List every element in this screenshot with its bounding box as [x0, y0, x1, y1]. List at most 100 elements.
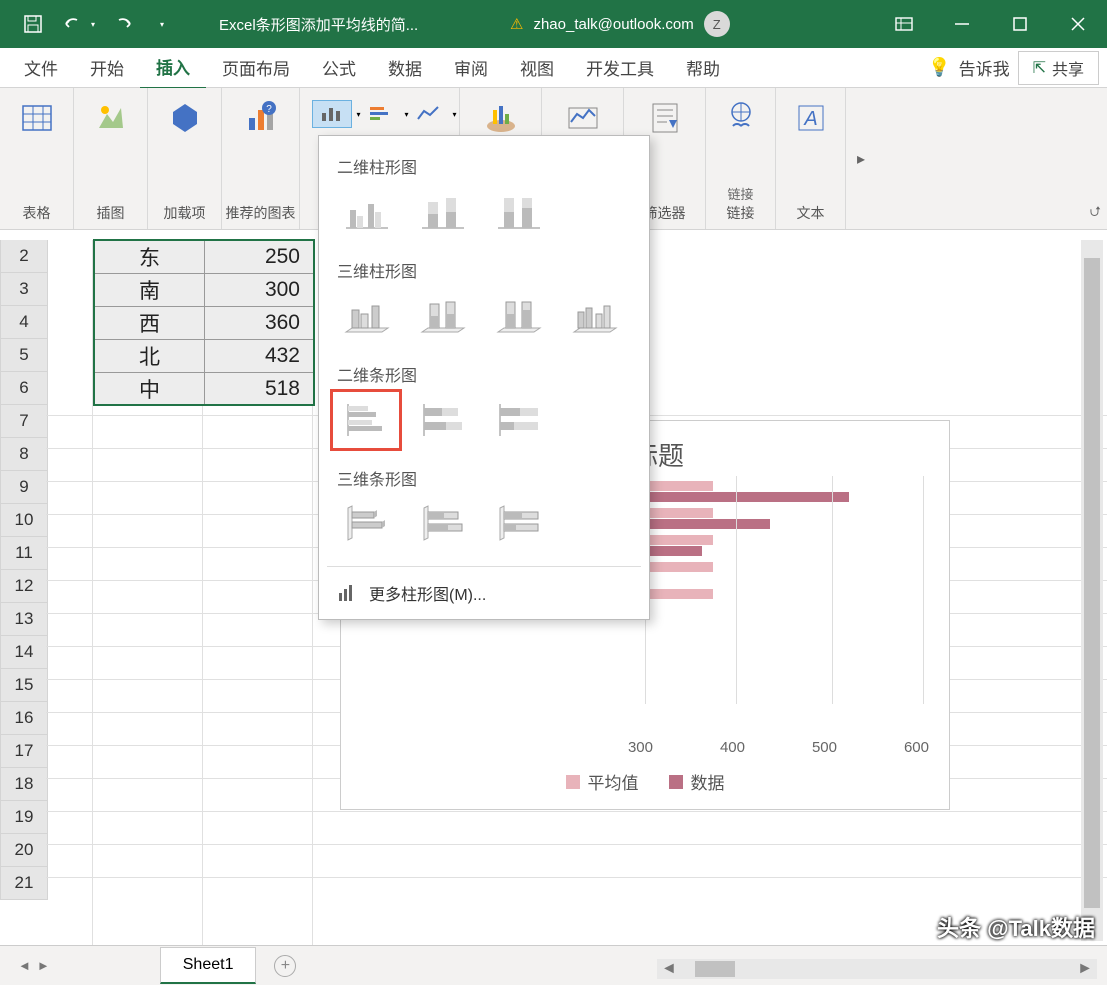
filters-button[interactable]: [641, 96, 689, 140]
cell[interactable]: 中: [95, 373, 205, 406]
scrollbar-thumb[interactable]: [695, 961, 735, 977]
row-header[interactable]: 14: [0, 636, 48, 669]
row-header[interactable]: 6: [0, 372, 48, 405]
window-controls: [875, 0, 1107, 48]
3d-maps-button[interactable]: [477, 96, 525, 140]
tab-formulas[interactable]: 公式: [306, 47, 372, 88]
lightbulb-icon[interactable]: 💡: [928, 57, 950, 78]
100-stacked-column-option[interactable]: [489, 188, 547, 236]
ribbon-group-links: 链接 链接: [706, 88, 776, 229]
row-header[interactable]: 13: [0, 603, 48, 636]
sheet-nav-prev-icon[interactable]: ◄: [18, 958, 31, 973]
sheet-nav-next-icon[interactable]: ►: [37, 958, 50, 973]
section-2d-column: 二维柱形图: [319, 150, 649, 188]
illustrations-button[interactable]: [87, 96, 135, 140]
tab-help[interactable]: 帮助: [670, 47, 736, 88]
ribbon-group-tables: 表格: [0, 88, 74, 229]
column-chart-button[interactable]: ▾: [312, 100, 352, 128]
3d-stacked-column-option[interactable]: [413, 292, 471, 340]
cell[interactable]: 300: [205, 274, 315, 307]
row-header[interactable]: 9: [0, 471, 48, 504]
row-header[interactable]: 21: [0, 867, 48, 900]
maximize-icon[interactable]: [991, 0, 1049, 48]
horizontal-scrollbar[interactable]: ◄ ►: [657, 959, 1097, 979]
row-header[interactable]: 2: [0, 240, 48, 273]
scroll-right-icon[interactable]: ►: [1077, 960, 1093, 978]
chart-x-axis: 300 400 500 600: [361, 739, 929, 759]
row-header[interactable]: 11: [0, 537, 48, 570]
row-headers: 2 3 4 5 6 7 8 9 10 11 12 13 14 15 16 17 …: [0, 240, 48, 900]
links-button[interactable]: [717, 96, 765, 140]
save-icon[interactable]: [20, 12, 45, 37]
tab-data[interactable]: 数据: [372, 47, 438, 88]
redo-icon[interactable]: [110, 12, 135, 37]
3d-100-stacked-bar-option[interactable]: [489, 500, 547, 548]
addins-button[interactable]: [161, 96, 209, 140]
tab-review[interactable]: 审阅: [438, 47, 504, 88]
tables-button[interactable]: [13, 96, 61, 140]
row-header[interactable]: 3: [0, 273, 48, 306]
row-header[interactable]: 10: [0, 504, 48, 537]
ribbon-scroll-right-icon[interactable]: ▸: [846, 88, 876, 229]
tab-view[interactable]: 视图: [504, 47, 570, 88]
undo-dropdown-icon[interactable]: ▾: [91, 20, 95, 29]
ribbon-collapse-icon[interactable]: ⮍: [1090, 201, 1101, 225]
cell[interactable]: 518: [205, 373, 315, 406]
row-header[interactable]: 20: [0, 834, 48, 867]
tell-me-label[interactable]: 告诉我: [959, 55, 1010, 80]
sheet-tab[interactable]: Sheet1: [160, 947, 257, 984]
row-header[interactable]: 17: [0, 735, 48, 768]
bar-chart-button[interactable]: ▾: [360, 100, 400, 128]
recommended-charts-button[interactable]: ?: [237, 96, 285, 140]
row-header[interactable]: 15: [0, 669, 48, 702]
3d-column-option[interactable]: [565, 292, 623, 340]
minimize-icon[interactable]: [933, 0, 991, 48]
3d-100-stacked-column-option[interactable]: [489, 292, 547, 340]
qat-customize-icon[interactable]: ▾: [160, 20, 164, 29]
cell[interactable]: 360: [205, 307, 315, 340]
ribbon-options-icon[interactable]: [875, 0, 933, 48]
row-header[interactable]: 5: [0, 339, 48, 372]
100-stacked-bar-option[interactable]: [489, 396, 547, 444]
cell[interactable]: 250: [205, 241, 315, 274]
clustered-column-option[interactable]: [337, 188, 395, 236]
tab-file[interactable]: 文件: [8, 47, 74, 88]
close-icon[interactable]: [1049, 0, 1107, 48]
section-3d-column: 三维柱形图: [319, 254, 649, 292]
tab-developer[interactable]: 开发工具: [570, 47, 670, 88]
scrollbar-thumb[interactable]: [1084, 258, 1100, 908]
row-header[interactable]: 4: [0, 306, 48, 339]
ribbon-group-recommended-charts: ? 推荐的图表: [222, 88, 300, 229]
add-sheet-button[interactable]: +: [274, 955, 296, 977]
sparklines-button[interactable]: [559, 96, 607, 140]
row-header[interactable]: 7: [0, 405, 48, 438]
clustered-bar-option[interactable]: [337, 396, 395, 444]
avatar[interactable]: Z: [704, 11, 730, 37]
cell[interactable]: 432: [205, 340, 315, 373]
share-button[interactable]: ⇱ 共享: [1018, 51, 1099, 85]
cell[interactable]: 南: [95, 274, 205, 307]
cell[interactable]: 东: [95, 241, 205, 274]
stacked-column-option[interactable]: [413, 188, 471, 236]
data-table[interactable]: 东250 南300 西360 北432 中518: [94, 240, 315, 406]
row-header[interactable]: 19: [0, 801, 48, 834]
line-chart-button[interactable]: ▾: [408, 100, 448, 128]
scroll-left-icon[interactable]: ◄: [661, 960, 677, 978]
stacked-bar-option[interactable]: [413, 396, 471, 444]
tab-layout[interactable]: 页面布局: [206, 47, 306, 88]
3d-stacked-bar-option[interactable]: [413, 500, 471, 548]
3d-clustered-bar-option[interactable]: [337, 500, 395, 548]
row-header[interactable]: 16: [0, 702, 48, 735]
row-header[interactable]: 12: [0, 570, 48, 603]
3d-clustered-column-option[interactable]: [337, 292, 395, 340]
text-button[interactable]: A: [787, 96, 835, 140]
cell[interactable]: 西: [95, 307, 205, 340]
cell[interactable]: 北: [95, 340, 205, 373]
row-header[interactable]: 8: [0, 438, 48, 471]
more-column-charts[interactable]: 更多柱形图(M)...: [319, 567, 649, 619]
tab-home[interactable]: 开始: [74, 47, 140, 88]
undo-icon[interactable]: [60, 12, 85, 37]
vertical-scrollbar[interactable]: [1081, 240, 1103, 941]
row-header[interactable]: 18: [0, 768, 48, 801]
tab-insert[interactable]: 插入: [140, 46, 206, 90]
